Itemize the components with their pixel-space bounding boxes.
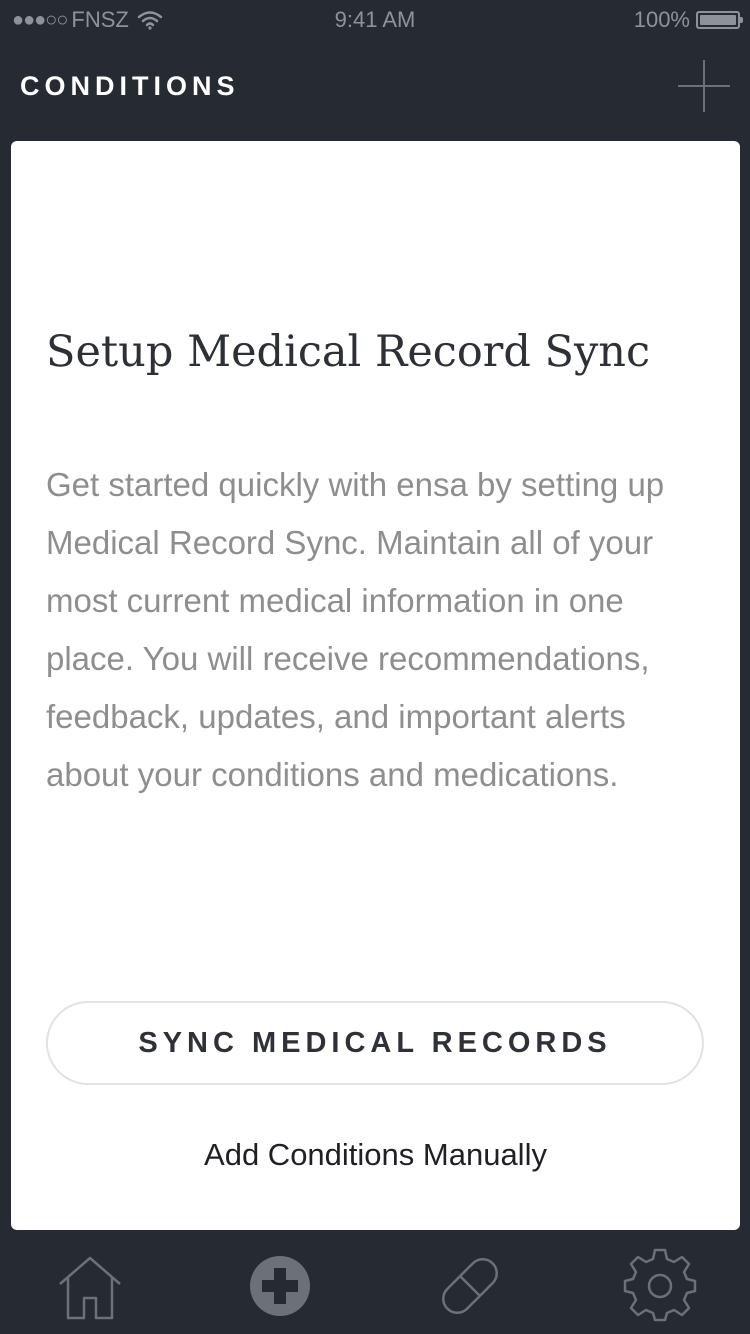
card-title: Setup Medical Record Sync: [46, 327, 651, 377]
tab-bar: [0, 1234, 750, 1334]
battery-icon: [696, 11, 743, 29]
battery-percent: 100%: [633, 7, 690, 32]
card-description: Get started quickly with ensa by setting…: [46, 466, 665, 793]
gear-icon[interactable]: [620, 1246, 700, 1326]
page-title: CONDITIONS: [20, 71, 240, 101]
pill-icon[interactable]: [430, 1246, 510, 1326]
sync-medical-records-button[interactable]: SYNC MEDICAL RECORDS: [46, 1001, 704, 1085]
status-bar: ●●●○○ FNSZ 9:41 AM 100%: [0, 0, 750, 40]
add-conditions-manually-link[interactable]: Add Conditions Manually: [11, 1137, 740, 1173]
status-right: 100%: [633, 7, 743, 33]
navigation-bar: CONDITIONS: [0, 40, 750, 140]
setup-card: Setup Medical Record Sync Get started qu…: [11, 141, 740, 1230]
plus-icon[interactable]: [674, 56, 734, 116]
home-icon[interactable]: [50, 1246, 130, 1326]
medical-cross-icon[interactable]: [240, 1246, 320, 1326]
